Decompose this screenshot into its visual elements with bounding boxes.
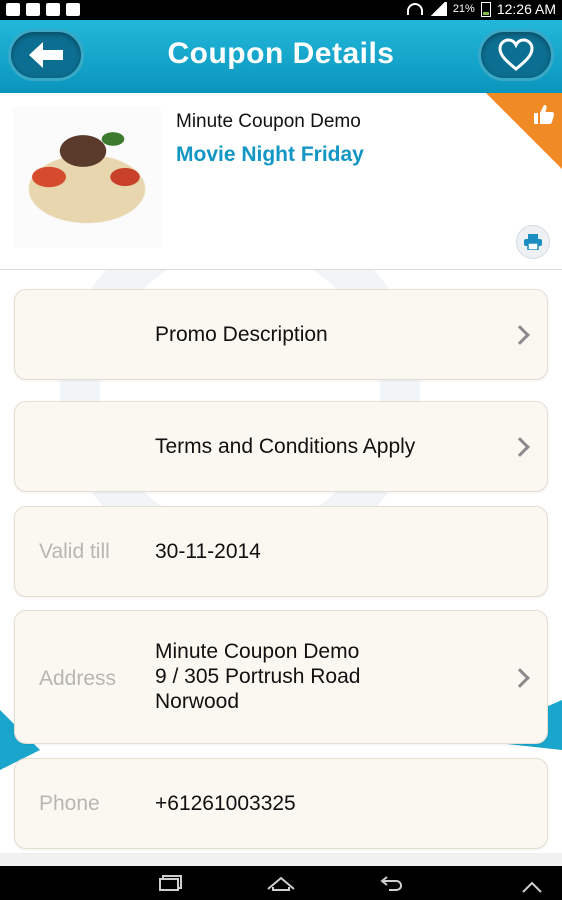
- back-nav-button[interactable]: [371, 868, 411, 898]
- liked-ribbon[interactable]: [486, 93, 562, 169]
- row-label: Valid till: [39, 540, 110, 563]
- row-value: Promo Description: [155, 323, 328, 346]
- phone-row[interactable]: Phone +61261003325: [14, 758, 548, 849]
- status-bar: 21% 12:26 AM: [0, 0, 562, 20]
- valid-till-row: Valid till 30-11-2014: [14, 506, 548, 597]
- chevron-up-icon: [522, 881, 542, 893]
- wifi-icon: [406, 3, 423, 15]
- gallery-icon: [6, 3, 20, 16]
- row-label: Address: [39, 667, 117, 690]
- address-line: 9 / 305 Portrush Road: [155, 665, 361, 688]
- row-value: Terms and Conditions Apply: [155, 435, 416, 458]
- row-label: Phone: [39, 792, 100, 815]
- heart-outline-icon: [498, 38, 534, 71]
- navigation-bar: [0, 866, 562, 900]
- chevron-right-icon: [510, 325, 530, 345]
- bottom-divider: [0, 853, 562, 866]
- row-value: Minute Coupon Demo 9 / 305 Portrush Road…: [155, 639, 360, 714]
- row-value: 30-11-2014: [155, 540, 261, 563]
- address-line: Minute Coupon Demo: [155, 640, 360, 663]
- clock: 12:26 AM: [496, 1, 556, 17]
- home-button[interactable]: [261, 868, 301, 898]
- chevron-right-icon: [510, 668, 530, 688]
- download-icon: [46, 3, 60, 16]
- back-nav-icon: [380, 876, 403, 891]
- address-line: Norwood: [155, 690, 240, 713]
- row-value: +61261003325: [155, 792, 296, 815]
- terms-conditions-row[interactable]: Terms and Conditions Apply: [14, 401, 548, 492]
- signal-icon: [428, 2, 447, 16]
- printer-icon: [524, 234, 542, 250]
- coupon-details-list: Promo Description Terms and Conditions A…: [0, 270, 562, 853]
- favorite-button[interactable]: [478, 29, 554, 81]
- notification-icons: [6, 3, 80, 16]
- battery-percent: 21%: [452, 3, 475, 15]
- coupon-image: [13, 107, 161, 248]
- thumbs-up-icon: [534, 105, 555, 124]
- bag-icon: [66, 3, 80, 16]
- print-button[interactable]: [516, 225, 550, 259]
- battery-icon: [480, 1, 491, 17]
- recent-apps-button[interactable]: [151, 868, 191, 898]
- address-row[interactable]: Address Minute Coupon Demo 9 / 305 Portr…: [14, 610, 548, 744]
- home-icon: [267, 876, 295, 891]
- recent-apps-icon: [159, 875, 182, 891]
- merchant-name: Minute Coupon Demo: [176, 111, 361, 132]
- promo-description-row[interactable]: Promo Description: [14, 289, 548, 380]
- missed-call-icon: [26, 3, 40, 16]
- chevron-right-icon: [510, 437, 530, 457]
- collapse-button[interactable]: [512, 872, 552, 900]
- status-indicators: 21% 12:26 AM: [406, 1, 556, 17]
- app-header: Coupon Details: [0, 20, 562, 93]
- coupon-title: Movie Night Friday: [176, 143, 364, 166]
- coupon-summary: Minute Coupon Demo Movie Night Friday: [0, 93, 562, 270]
